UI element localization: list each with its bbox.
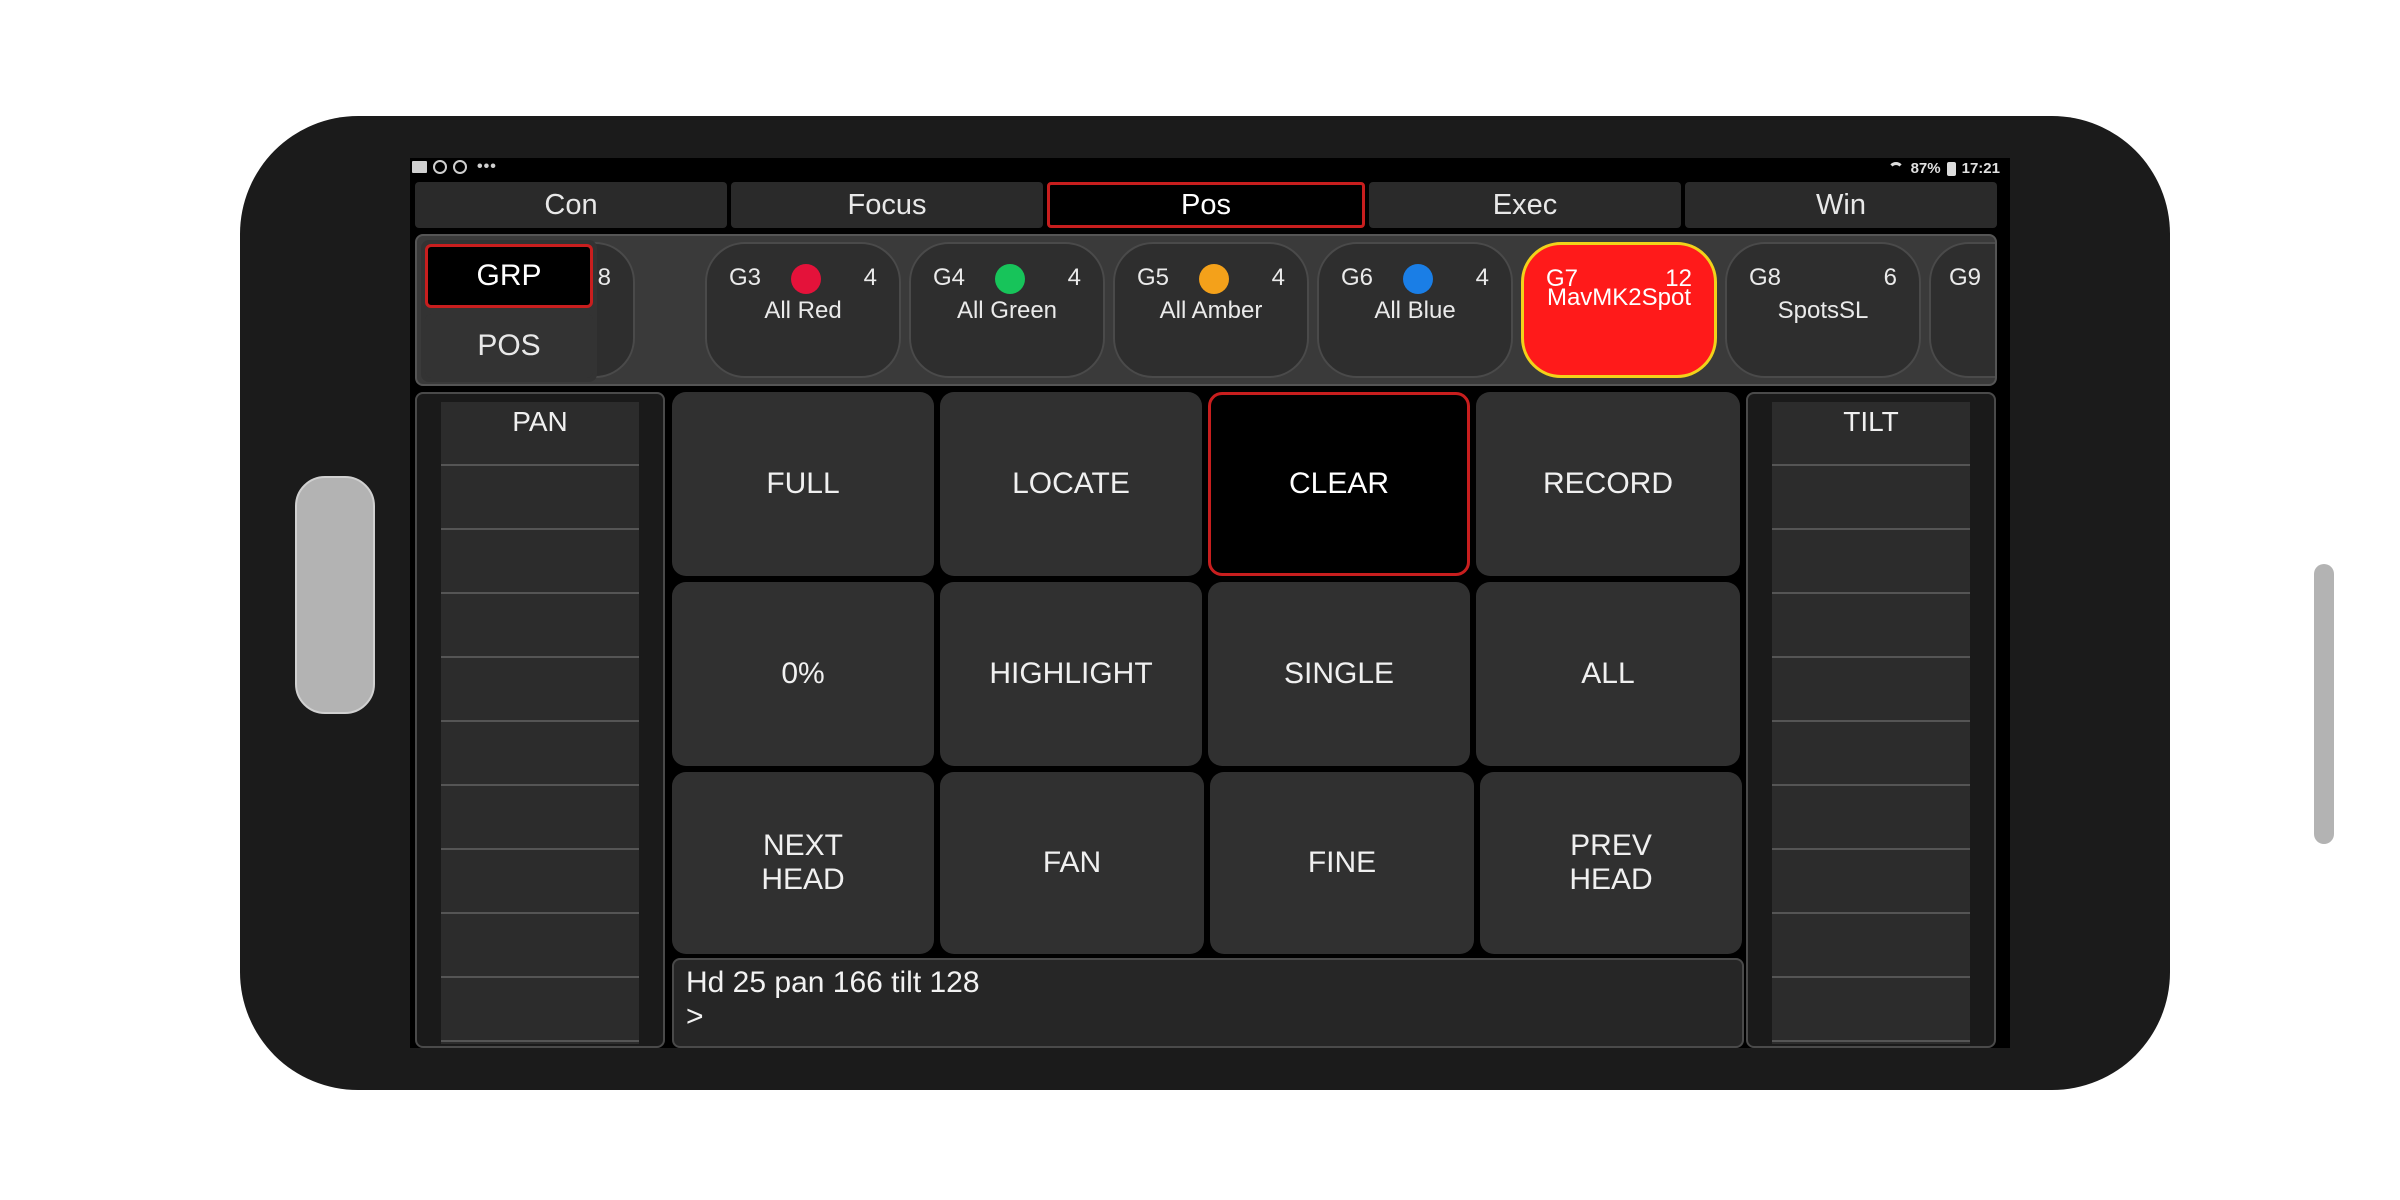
tab-focus[interactable]: Focus [731,182,1043,228]
pan-label: PAN [512,406,568,437]
gallery-notification-icon [412,161,427,173]
grp-mode-button[interactable]: GRP [425,244,593,308]
group-id: G8 [1749,264,1782,291]
group-id: G6 [1341,264,1374,291]
tilt-panel: TILT [1746,392,1996,1048]
command-prompt: > [686,1000,704,1033]
wifi-icon [1887,161,1905,176]
tab-bar: Con Focus Pos Exec Win [415,182,1997,228]
group-tile-g5[interactable]: G5 4 All Amber [1113,242,1309,378]
group-name: MavMK2Spot [1546,284,1692,311]
more-notifications-icon: ••• [477,158,497,175]
group-id: G9 [1949,264,1982,291]
battery-icon [1946,161,1956,176]
fine-button[interactable]: FINE [1210,772,1474,954]
prev-head-button[interactable]: PREV HEAD [1480,772,1742,954]
single-button[interactable]: SINGLE [1208,582,1470,766]
group-tile-g3[interactable]: G3 4 All Red [705,242,901,378]
group-strip[interactable]: 8 OH G3 4 All Red G4 4 All Green G5 4 Al… [415,234,1997,386]
clear-button[interactable]: CLEAR [1208,392,1470,576]
tab-win[interactable]: Win [1685,182,1997,228]
green-color-dot-icon [995,264,1025,294]
blue-color-dot-icon [1403,264,1433,294]
group-name: All Amber [1159,297,1263,324]
sync-notification-icon [433,160,447,174]
tab-exec[interactable]: Exec [1369,182,1681,228]
amber-color-dot-icon [1199,264,1229,294]
tab-pos[interactable]: Pos [1047,182,1365,228]
group-id: G4 [933,264,966,291]
pan-fader[interactable]: PAN [441,402,639,1044]
fan-button[interactable]: FAN [940,772,1204,954]
all-button[interactable]: ALL [1476,582,1740,766]
group-name: All Red [764,297,842,324]
record-button[interactable]: RECORD [1476,392,1740,576]
group-id: G5 [1137,264,1170,291]
tilt-fader[interactable]: TILT [1772,402,1970,1044]
group-tile-g8[interactable]: G8 6 SpotsSL [1725,242,1921,378]
group-count: 4 [1067,264,1081,291]
tab-con[interactable]: Con [415,182,727,228]
group-tile-g4[interactable]: G4 4 All Green [909,242,1105,378]
group-id: G3 [729,264,762,291]
phone-side-indicator [2314,564,2334,844]
mode-selector: GRP POS [421,240,597,382]
sync-notification-icon [453,160,467,174]
group-name: All Blue [1374,297,1456,324]
highlight-button[interactable]: HIGHLIGHT [940,582,1202,766]
command-line[interactable]: Hd 25 pan 166 tilt 128 > [672,958,1744,1048]
group-tile-g9[interactable]: G9 [1929,242,1995,378]
group-count: 4 [863,264,877,291]
group-name: All Green [956,297,1058,324]
pan-panel: PAN [415,392,665,1048]
locate-button[interactable]: LOCATE [940,392,1202,576]
function-button-grid: FULL LOCATE CLEAR RECORD 0% HIGHLIGHT SI… [672,392,1744,954]
tilt-label: TILT [1843,406,1899,437]
app-screen: ••• 87% 17:21 Con Focus Pos Exec Win 8 O… [410,158,2010,1048]
group-count: 6 [1883,264,1897,291]
red-color-dot-icon [791,264,821,294]
group-count: 4 [1271,264,1285,291]
group-tile-g7-selected[interactable]: G7 12 MavMK2Spot [1521,242,1717,378]
group-count: 8 [597,264,611,291]
status-bar: ••• 87% 17:21 [410,158,2010,180]
group-name: SpotsSL [1777,297,1869,324]
phone-home-button[interactable] [295,476,375,714]
full-button[interactable]: FULL [672,392,934,576]
command-output: Hd 25 pan 166 tilt 128 [686,966,980,999]
next-head-button[interactable]: NEXT HEAD [672,772,934,954]
battery-percent: 87% [1910,160,1941,177]
pos-mode-button[interactable]: POS [425,314,593,378]
clock: 17:21 [1961,160,2000,177]
group-tile-g6[interactable]: G6 4 All Blue [1317,242,1513,378]
zero-percent-button[interactable]: 0% [672,582,934,766]
group-count: 4 [1475,264,1489,291]
